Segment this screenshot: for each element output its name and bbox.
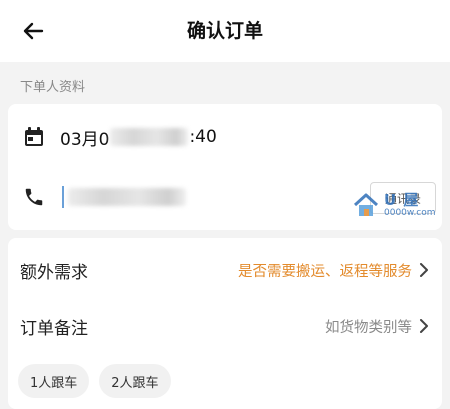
phone-icon [20, 183, 48, 211]
order-remark-value: 如货物类别等 [325, 319, 412, 336]
section-label-orderer: 下单人资料 [20, 80, 86, 95]
pickup-time-prefix: 03月0 [60, 129, 110, 150]
header-bar: 确认订单 [0, 0, 450, 62]
house-logo-icon [353, 193, 379, 216]
page-title: 确认订单 [186, 20, 263, 42]
order-remark-row[interactable]: 订单备注 如货物类别等 [20, 306, 430, 346]
redacted-time [110, 128, 189, 146]
pickup-time-row[interactable]: 03月0 :40 [20, 122, 217, 152]
watermark-main: U 屋 [384, 190, 420, 209]
pickup-time-value: 03月0 :40 [60, 125, 217, 150]
watermark-sub: 0000w.com [384, 207, 436, 218]
phone-input-cursor [62, 186, 64, 208]
chip-1-companion[interactable]: 1人跟车 [18, 364, 90, 398]
chevron-right-icon [418, 263, 430, 277]
pickup-time-suffix: :40 [189, 127, 217, 147]
order-remark-title: 订单备注 [20, 318, 88, 339]
companion-chips: 1人跟车 2人跟车 [18, 364, 181, 398]
redacted-phone[interactable] [68, 188, 186, 206]
phone-row[interactable] [20, 182, 186, 212]
chevron-right-icon [418, 319, 430, 333]
extra-requirements-value: 是否需要搬运、返程等服务 [238, 263, 412, 280]
calendar-icon [20, 123, 48, 151]
extra-requirements-row[interactable]: 额外需求 是否需要搬运、返程等服务 [20, 250, 430, 290]
chip-2-companions[interactable]: 2人跟车 [99, 364, 171, 398]
options-card: 额外需求 是否需要搬运、返程等服务 订单备注 如货物类别等 1人跟车 2人跟车 [8, 238, 442, 409]
site-watermark: U 屋 0000w.com [352, 188, 448, 222]
extra-requirements-title: 额外需求 [20, 262, 88, 283]
